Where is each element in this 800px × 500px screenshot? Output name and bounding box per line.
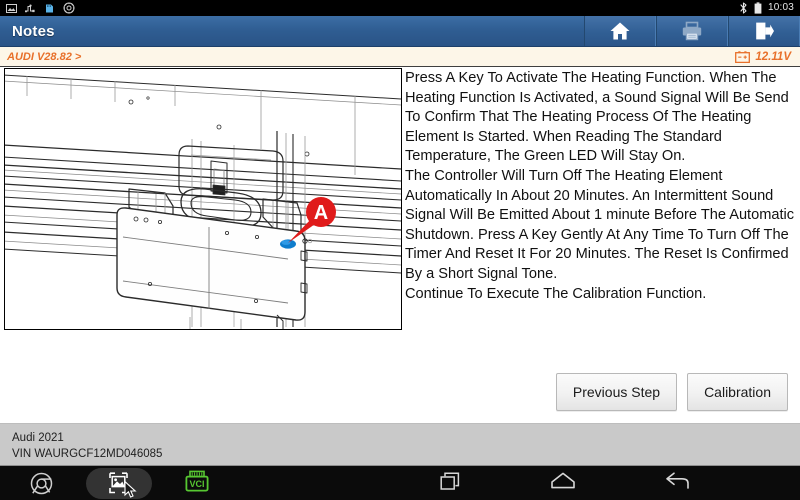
- action-button-row: Previous Step Calibration: [0, 373, 800, 411]
- calibration-target-diagram: A: [4, 68, 402, 330]
- bottom-nav-bar: VCI: [0, 465, 800, 500]
- voltage-value: 12.11V: [755, 50, 791, 63]
- home-nav-button[interactable]: [550, 471, 576, 496]
- vehicle-make-year: Audi 2021: [12, 432, 64, 444]
- usb-debug-icon: [25, 4, 35, 12]
- status-bar-system-icons: 10:03: [739, 2, 794, 14]
- print-button[interactable]: [656, 16, 728, 46]
- sd-card-icon: [46, 4, 53, 12]
- picture-icon: [6, 3, 17, 13]
- exit-button[interactable]: [728, 16, 800, 46]
- voltage-indicator: 12.11V: [735, 51, 791, 63]
- previous-step-button[interactable]: Previous Step: [555, 373, 678, 411]
- breadcrumb-bar: AUDI V28.82 > 12.11V: [0, 47, 800, 67]
- android-status-bar: 10:03: [0, 0, 800, 16]
- vci-button[interactable]: VCI: [158, 467, 236, 500]
- recents-button[interactable]: [440, 471, 462, 496]
- battery-icon: [754, 2, 762, 14]
- main-content: A Press A Key To Activate The Heating Fu…: [0, 68, 800, 423]
- exit-icon: [756, 22, 774, 40]
- screenshot-button[interactable]: [80, 467, 158, 500]
- status-bar-notification-icons: [6, 2, 75, 14]
- vehicle-info-panel: Audi 2021 VIN WAURGCF12MD046085: [0, 423, 800, 465]
- calibration-button[interactable]: Calibration: [687, 373, 788, 411]
- breadcrumb[interactable]: AUDI V28.82 >: [7, 51, 81, 63]
- vehicle-vin: VIN WAURGCF12MD046085: [12, 448, 163, 460]
- svg-text:A: A: [314, 202, 328, 224]
- recents-icon: [440, 471, 460, 490]
- status-bar-clock: 10:03: [767, 2, 794, 13]
- page-title: Notes: [12, 22, 55, 40]
- printer-icon: [682, 21, 702, 41]
- app-title-bar: Notes: [0, 16, 800, 47]
- browser-button[interactable]: [2, 467, 80, 500]
- home-button[interactable]: [584, 16, 656, 46]
- browser-icon: [30, 472, 52, 494]
- home-icon: [610, 22, 630, 40]
- car-battery-icon: [735, 50, 751, 63]
- vci-label: VCI: [189, 479, 204, 489]
- back-icon: [666, 471, 689, 489]
- notes-body-text: Press A Key To Activate The Heating Func…: [405, 70, 795, 302]
- home-nav-icon: [551, 472, 575, 488]
- tablet-screen: 10:03 Notes AUDI V28.82 > 12.11V A Press…: [0, 0, 800, 500]
- nav-left-group: VCI: [0, 467, 236, 500]
- mouse-cursor-icon: [124, 480, 137, 498]
- bluetooth-icon: [740, 2, 747, 14]
- title-bar-actions: [584, 16, 800, 46]
- back-button[interactable]: [664, 471, 690, 496]
- settings-gear-icon: [63, 2, 75, 14]
- vci-icon: VCI: [185, 470, 209, 492]
- android-nav-group: [440, 471, 800, 496]
